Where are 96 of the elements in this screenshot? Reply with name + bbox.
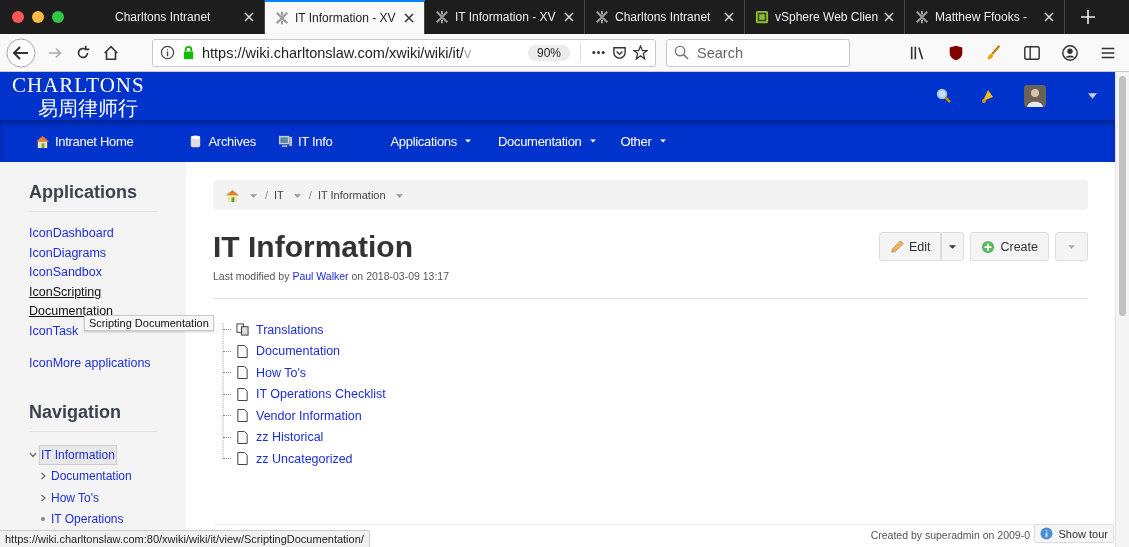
tree-item[interactable]: Documentation — [49, 466, 134, 487]
page-link[interactable]: How To's — [256, 365, 307, 380]
breadcrumb-link[interactable]: IT Information — [317, 189, 386, 201]
chevron-right-icon[interactable] — [39, 493, 47, 502]
cross-icon — [275, 11, 289, 25]
pencil-icon — [889, 239, 904, 254]
dropdown-button[interactable] — [941, 232, 965, 261]
document-icon — [236, 430, 249, 444]
avatar-icon[interactable] — [1024, 85, 1046, 107]
edit-button[interactable]: Edit — [878, 232, 942, 261]
minimize-window-button[interactable] — [32, 11, 44, 23]
chevron-down-icon[interactable] — [29, 450, 37, 459]
search-field[interactable]: Search — [666, 38, 850, 67]
app-link[interactable]: IconDiagrams — [29, 243, 157, 264]
modified-text: Last modified by — [213, 270, 290, 282]
page-link[interactable]: Documentation — [256, 344, 341, 359]
tooltip: Scripting Documentation — [84, 315, 214, 331]
document-icon — [236, 409, 249, 423]
nav-link[interactable]: Applications — [390, 133, 471, 149]
caret-icon[interactable] — [293, 194, 301, 198]
tree-item[interactable]: IT Operations — [49, 509, 126, 530]
home-icon[interactable] — [102, 43, 120, 62]
tree-item[interactable]: IT Information — [39, 444, 117, 465]
url-text: https://wiki.charltonslaw.com/xwiki/wiki/it/v — [202, 44, 473, 61]
chevron-right-icon[interactable] — [39, 472, 47, 481]
nav-link[interactable]: Other — [620, 133, 666, 149]
caret-icon — [949, 244, 957, 249]
search-icon — [674, 44, 689, 60]
separator: / — [308, 189, 312, 201]
page-link[interactable]: IT Operations Checklist — [256, 387, 386, 402]
lock-icon — [181, 45, 196, 60]
page-title: IT Information — [213, 230, 414, 264]
created-text: Created by superadmin on 2009-0 — [870, 529, 1030, 541]
page-link[interactable]: zz Uncategorized — [256, 451, 353, 466]
caret-icon[interactable] — [395, 194, 403, 198]
page-link[interactable]: Vendor Information — [256, 408, 362, 423]
info-icon — [1040, 527, 1054, 540]
nav-link[interactable]: Intranet Home — [35, 133, 134, 149]
nav-link[interactable]: Documentation — [497, 133, 596, 149]
plus-circle-icon — [981, 239, 996, 254]
info-icon[interactable] — [160, 45, 175, 60]
status-url: https://wiki.charltonslaw.com:80/xwiki/wiki/it/view/ScriptingDocumentation/ — [0, 530, 370, 547]
caret-icon[interactable] — [1088, 93, 1097, 99]
logo-text[interactable]: CHARLTONS — [12, 74, 145, 96]
breadcrumb-link[interactable]: IT — [274, 189, 284, 201]
logo-chinese-text[interactable]: 易周律师行 — [38, 97, 145, 118]
page-link[interactable]: Translations — [256, 322, 324, 337]
brush-icon[interactable] — [985, 43, 1003, 62]
squares-icon — [755, 10, 769, 24]
address-bar[interactable]: https://wiki.charltonslaw.com/xwiki/wiki/it/v 90% — [152, 38, 656, 67]
cross-icon — [915, 10, 929, 24]
close-window-button[interactable] — [12, 11, 24, 23]
close-icon[interactable] — [404, 13, 414, 23]
show-tour-button[interactable]: Show tour — [1034, 524, 1114, 543]
section-heading: Navigation — [29, 401, 122, 424]
search-icon[interactable] — [936, 88, 952, 104]
zoom-level[interactable]: 90% — [527, 44, 570, 61]
caret-icon — [589, 139, 596, 143]
scrollbar[interactable] — [1115, 72, 1129, 547]
house-icon[interactable] — [225, 187, 240, 203]
bell-icon[interactable] — [980, 88, 996, 104]
house-icon — [35, 133, 50, 149]
caret-icon — [659, 139, 666, 143]
shield-icon[interactable] — [947, 43, 965, 62]
browser-tab[interactable]: IT Information - XV — [265, 0, 425, 34]
modified-date: on 2018-03-09 13:17 — [351, 270, 450, 282]
nav-link[interactable]: Archives — [188, 133, 256, 149]
document-icon — [236, 452, 249, 466]
app-link[interactable]: IconDashboard — [29, 224, 157, 244]
nav-link[interactable]: IT Info — [277, 133, 333, 149]
separator: / — [265, 189, 269, 201]
section-heading: Applications — [29, 181, 138, 203]
caret-icon — [1068, 244, 1075, 249]
translate-icon — [236, 323, 249, 337]
create-button[interactable]: Create — [970, 232, 1049, 261]
account-icon[interactable] — [1061, 43, 1079, 62]
cross-icon — [595, 10, 609, 24]
star-icon[interactable] — [633, 45, 648, 60]
app-link[interactable]: IconMore applications — [29, 353, 157, 374]
page-link[interactable]: zz Historical — [256, 430, 324, 445]
sidebar-icon[interactable] — [1023, 43, 1041, 62]
author-link[interactable]: Paul Walker — [292, 270, 349, 282]
pocket-icon[interactable] — [612, 45, 627, 60]
new-tab-icon[interactable] — [1081, 10, 1095, 24]
tree-item[interactable]: How To's — [49, 487, 102, 508]
computer-icon — [277, 133, 293, 149]
document-icon — [236, 344, 249, 358]
app-link[interactable]: IconSandbox — [29, 263, 157, 283]
caret-icon[interactable] — [250, 194, 257, 198]
zoom-window-button[interactable] — [52, 11, 64, 23]
document-icon — [236, 387, 249, 401]
cross-icon — [435, 10, 449, 24]
caret-icon — [464, 139, 471, 143]
bullet-icon — [39, 515, 47, 524]
back-icon[interactable] — [6, 37, 36, 68]
document-icon — [236, 366, 249, 380]
